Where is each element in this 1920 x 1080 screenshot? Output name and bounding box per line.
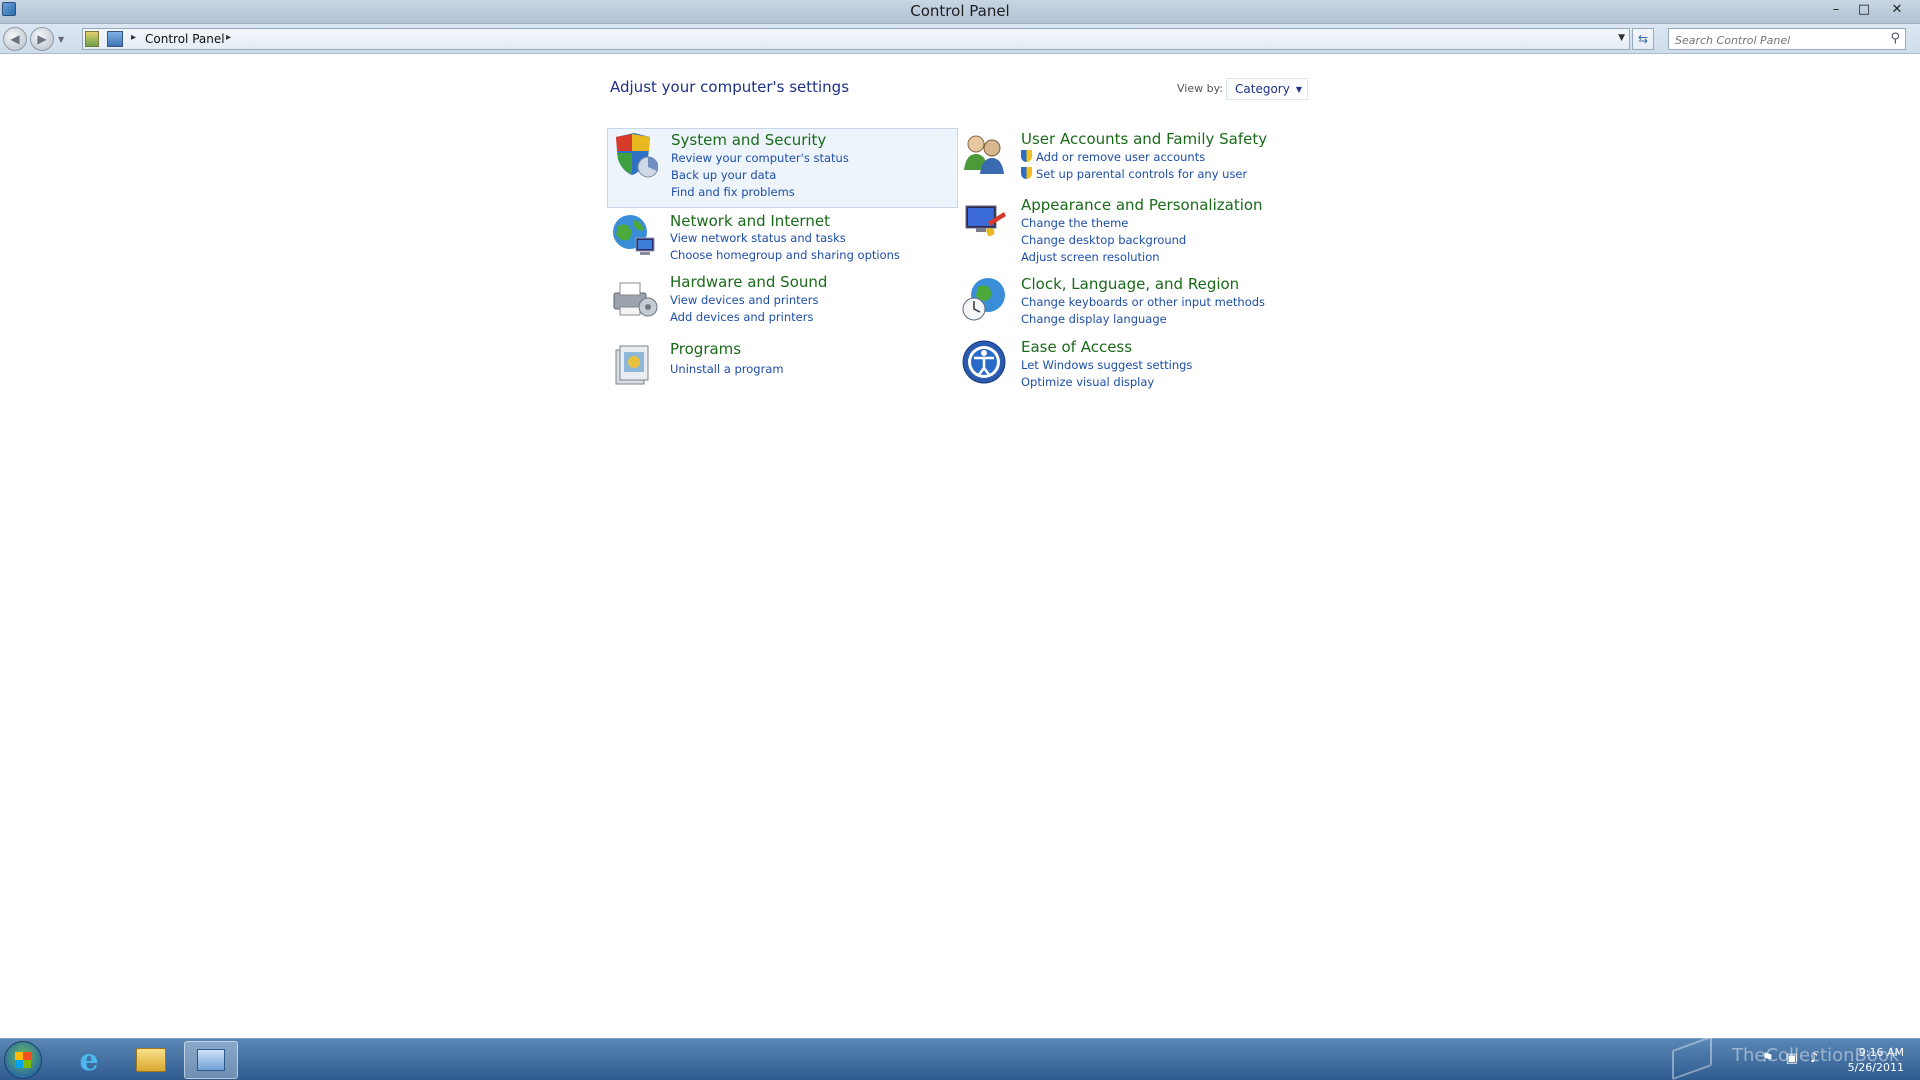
back-arrow-icon: ◀ — [10, 32, 20, 46]
maximize-button[interactable]: □ — [1850, 0, 1878, 18]
close-button[interactable]: ✕ — [1878, 0, 1916, 18]
programs-icon — [615, 345, 649, 385]
search-icon[interactable]: ⚲ — [1890, 31, 1900, 46]
monitor-paint-icon — [965, 205, 1006, 236]
category-system-and-security[interactable]: System and Security Review your computer… — [607, 128, 958, 208]
taskbar-windows-explorer[interactable] — [124, 1041, 178, 1079]
task-link[interactable]: Find and fix problems — [671, 184, 849, 201]
breadcrumb-separator-icon[interactable]: ▸ — [226, 32, 231, 43]
category-ease-of-access[interactable]: Ease of Access Let Windows suggest setti… — [958, 336, 1328, 398]
view-by-label: View by: — [1177, 82, 1223, 95]
recent-pages-dropdown-icon[interactable]: ▼ — [58, 35, 64, 44]
category-title[interactable]: System and Security — [671, 131, 826, 149]
search-box[interactable]: ⚲ — [1668, 28, 1906, 51]
category-links: View network status and tasks Choose hom… — [670, 230, 900, 264]
category-links: Change the theme Change desktop backgrou… — [1021, 215, 1186, 266]
internet-explorer-icon: e — [79, 1042, 99, 1078]
task-link[interactable]: Add or remove user accounts — [1021, 149, 1247, 166]
refresh-icon: ⇆ — [1637, 32, 1649, 46]
start-button[interactable] — [4, 1041, 42, 1079]
taskbar-internet-explorer[interactable]: e — [62, 1041, 116, 1079]
task-link[interactable]: Back up your data — [671, 167, 849, 184]
page-title: Adjust your computer's settings — [610, 78, 850, 96]
category-title[interactable]: Hardware and Sound — [670, 273, 827, 291]
volume-icon[interactable]: ♪ — [1810, 1051, 1818, 1066]
action-center-flag-icon[interactable]: ⚑ — [1762, 1051, 1774, 1066]
clock-globe-icon — [962, 278, 1005, 321]
category-title[interactable]: Network and Internet — [670, 212, 830, 230]
network-icon[interactable]: ▣ — [1786, 1051, 1798, 1066]
breadcrumb-separator-icon[interactable]: ▸ — [131, 32, 136, 43]
category-title[interactable]: Clock, Language, and Region — [1021, 275, 1239, 293]
watermark-book-icon — [1672, 1035, 1712, 1080]
forward-arrow-icon: ▶ — [37, 32, 47, 46]
category-network-and-internet[interactable]: Network and Internet View network status… — [608, 210, 958, 272]
breadcrumb-control-panel[interactable]: Control Panel — [145, 32, 225, 46]
search-input[interactable] — [1669, 30, 1869, 51]
category-hardware-and-sound[interactable]: Hardware and Sound View devices and prin… — [608, 273, 958, 335]
task-link[interactable]: Add devices and printers — [670, 309, 818, 326]
task-link[interactable]: Review your computer's status — [671, 150, 849, 167]
view-by-dropdown[interactable]: Category ▼ — [1226, 78, 1308, 100]
category-programs[interactable]: Programs Uninstall a program — [608, 340, 958, 396]
printer-icon — [613, 282, 658, 317]
ease-of-access-icon — [962, 340, 1006, 384]
users-icon — [964, 135, 1004, 174]
category-links: Let Windows suggest settings Optimize vi… — [1021, 357, 1192, 391]
taskbar: e TheCollectionBook ⚑ ▣ ♪ 9:16 AM 5/26/2… — [0, 1035, 1920, 1080]
task-link[interactable]: Change keyboards or other input methods — [1021, 294, 1265, 311]
task-link[interactable]: Adjust screen resolution — [1021, 249, 1186, 266]
task-link[interactable]: Let Windows suggest settings — [1021, 357, 1192, 374]
task-link[interactable]: View network status and tasks — [670, 230, 900, 247]
task-link[interactable]: Change display language — [1021, 311, 1265, 328]
task-link[interactable]: View devices and printers — [670, 292, 818, 309]
control-panel-icon — [197, 1049, 225, 1071]
shield-icon — [616, 133, 658, 178]
address-bar[interactable]: ▸ Control Panel ▸ ▼ — [82, 28, 1630, 50]
category-title[interactable]: Programs — [670, 340, 741, 358]
navigation-bar: ◀ ▶ ▼ ▸ Control Panel ▸ ▼ ⇆ ⚲ — [0, 24, 1920, 54]
folder-up-icon[interactable] — [85, 31, 99, 47]
window-controls: – □ ✕ — [1822, 0, 1916, 18]
back-button[interactable]: ◀ — [3, 27, 27, 51]
window-title: Control Panel — [910, 2, 1010, 20]
category-links: Review your computer's status Back up yo… — [671, 150, 849, 201]
category-links: View devices and printers Add devices an… — [670, 292, 818, 326]
task-link[interactable]: Choose homegroup and sharing options — [670, 247, 900, 264]
category-links: Change keyboards or other input methods … — [1021, 294, 1265, 328]
address-dropdown-icon[interactable]: ▼ — [1618, 33, 1625, 43]
category-title[interactable]: Ease of Access — [1021, 338, 1132, 356]
category-appearance-and-personalization[interactable]: Appearance and Personalization Change th… — [958, 194, 1328, 266]
category-title[interactable]: Appearance and Personalization — [1021, 196, 1263, 214]
control-panel-icon — [107, 31, 123, 47]
task-link[interactable]: Change the theme — [1021, 215, 1186, 232]
category-user-accounts-and-family-safety[interactable]: User Accounts and Family Safety Add or r… — [958, 128, 1328, 190]
category-links: Uninstall a program — [670, 361, 784, 378]
clock-date: 5/26/2011 — [1847, 1061, 1904, 1074]
network-globe-icon — [613, 215, 655, 255]
category-title[interactable]: User Accounts and Family Safety — [1021, 130, 1267, 148]
task-link[interactable]: Uninstall a program — [670, 361, 784, 378]
task-link[interactable]: Optimize visual display — [1021, 374, 1192, 391]
category-clock-language-and-region[interactable]: Clock, Language, and Region Change keybo… — [958, 273, 1328, 335]
task-link[interactable]: Set up parental controls for any user — [1021, 166, 1247, 183]
view-by-value: Category — [1235, 82, 1290, 96]
system-tray: ⚑ ▣ ♪ — [1762, 1051, 1818, 1066]
taskbar-control-panel[interactable] — [184, 1041, 238, 1079]
refresh-button[interactable]: ⇆ — [1632, 28, 1654, 50]
task-link[interactable]: Change desktop background — [1021, 232, 1186, 249]
category-links: Add or remove user accounts Set up paren… — [1021, 149, 1247, 183]
clock-time: 9:16 AM — [1858, 1046, 1904, 1059]
folder-icon — [136, 1048, 166, 1072]
minimize-button[interactable]: – — [1822, 0, 1850, 18]
clock[interactable]: 9:16 AM 5/26/2011 — [1848, 1045, 1904, 1075]
chevron-down-icon: ▼ — [1295, 84, 1302, 94]
forward-button[interactable]: ▶ — [30, 27, 54, 51]
title-bar: Control Panel – □ ✕ — [0, 0, 1920, 24]
